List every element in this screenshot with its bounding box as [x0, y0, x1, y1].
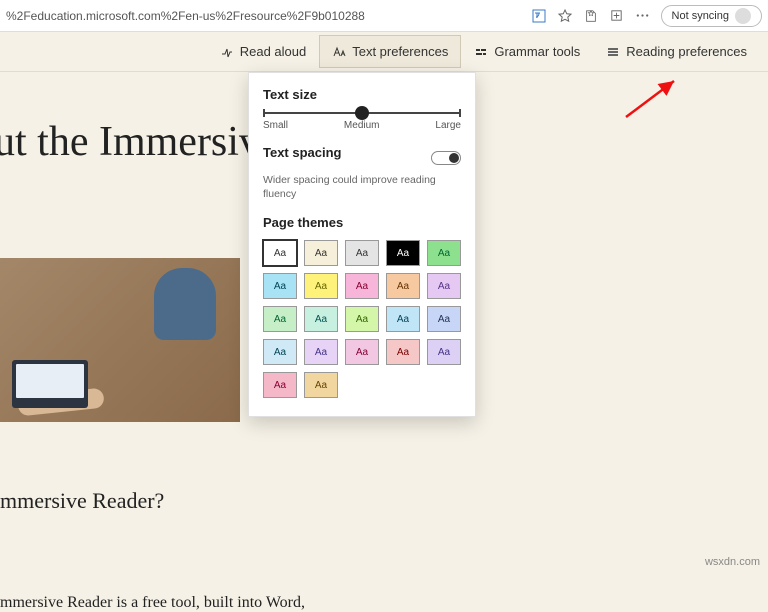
theme-swatch-2[interactable]: Aa: [345, 240, 379, 266]
favorite-icon[interactable]: [557, 8, 573, 24]
menu-icon[interactable]: [635, 8, 651, 24]
theme-swatch-0[interactable]: Aa: [263, 240, 297, 266]
theme-swatch-18[interactable]: Aa: [386, 339, 420, 365]
watermark: wsxdn.com: [705, 556, 760, 568]
read-aloud-icon: [220, 45, 234, 59]
read-aloud-label: Read aloud: [240, 44, 307, 59]
text-preferences-label: Text preferences: [352, 44, 448, 59]
theme-swatch-grid: Aa Aa Aa Aa Aa Aa Aa Aa Aa Aa Aa Aa Aa Aa Aa Aa Aa Aa Aa Aa…: [263, 240, 461, 398]
text-size-slider[interactable]: [263, 112, 461, 114]
text-spacing-desc: Wider spacing could improve reading flue…: [263, 174, 461, 201]
text-preferences-button[interactable]: Text preferences: [319, 35, 461, 68]
slider-medium-label: Medium: [344, 120, 380, 131]
avatar-icon: [735, 8, 751, 24]
grammar-label: Grammar tools: [494, 44, 580, 59]
theme-swatch-17[interactable]: Aa: [345, 339, 379, 365]
theme-swatch-21[interactable]: Aa: [304, 372, 338, 398]
page-themes-heading: Page themes: [263, 215, 461, 230]
translate-icon[interactable]: [531, 8, 547, 24]
theme-swatch-20[interactable]: Aa: [263, 372, 297, 398]
hero-laptop: [12, 360, 88, 408]
theme-swatch-5[interactable]: Aa: [263, 273, 297, 299]
theme-swatch-15[interactable]: Aa: [263, 339, 297, 365]
theme-swatch-14[interactable]: Aa: [427, 306, 461, 332]
reading-preferences-label: Reading preferences: [626, 44, 747, 59]
theme-swatch-10[interactable]: Aa: [263, 306, 297, 332]
profile-sync-button[interactable]: Not syncing: [661, 5, 762, 27]
sync-label: Not syncing: [672, 10, 729, 22]
read-aloud-button[interactable]: Read aloud: [207, 35, 320, 68]
annotation-arrow: [618, 75, 688, 125]
reader-toolbar: Read aloud Text preferences Grammar tool…: [0, 32, 768, 72]
slider-small-label: Small: [263, 120, 288, 131]
text-spacing-toggle[interactable]: [431, 151, 461, 165]
theme-swatch-12[interactable]: Aa: [345, 306, 379, 332]
slider-large-label: Large: [435, 120, 461, 131]
theme-swatch-1[interactable]: Aa: [304, 240, 338, 266]
reading-preferences-button[interactable]: Reading preferences: [593, 35, 760, 68]
address-bar-actions: Not syncing: [531, 5, 762, 27]
theme-swatch-19[interactable]: Aa: [427, 339, 461, 365]
text-size-heading: Text size: [263, 87, 461, 102]
theme-swatch-13[interactable]: Aa: [386, 306, 420, 332]
address-bar: %2Feducation.microsoft.com%2Fen-us%2Fres…: [0, 0, 768, 32]
text-spacing-heading: Text spacing: [263, 145, 342, 160]
hero-image: [0, 258, 240, 422]
collections-icon[interactable]: [609, 8, 625, 24]
grammar-tools-button[interactable]: Grammar tools: [461, 35, 593, 68]
subheading: mmersive Reader?: [0, 488, 164, 514]
theme-swatch-16[interactable]: Aa: [304, 339, 338, 365]
theme-swatch-11[interactable]: Aa: [304, 306, 338, 332]
favorites-bar-icon[interactable]: [583, 8, 599, 24]
slider-labels: Small Medium Large: [263, 120, 461, 131]
theme-swatch-9[interactable]: Aa: [427, 273, 461, 299]
theme-swatch-3[interactable]: Aa: [386, 240, 420, 266]
page-title: ut the Immersiv: [0, 118, 260, 166]
theme-swatch-6[interactable]: Aa: [304, 273, 338, 299]
slider-thumb[interactable]: [355, 106, 369, 120]
grammar-icon: [474, 45, 488, 59]
text-preferences-panel: Text size Small Medium Large Text spacin…: [248, 72, 476, 417]
url-text[interactable]: %2Feducation.microsoft.com%2Fen-us%2Fres…: [6, 9, 531, 23]
hero-person: [154, 268, 216, 340]
theme-swatch-7[interactable]: Aa: [345, 273, 379, 299]
reading-preferences-icon: [606, 45, 620, 59]
text-preferences-icon: [332, 45, 346, 59]
theme-swatch-8[interactable]: Aa: [386, 273, 420, 299]
body-text: mmersive Reader is a free tool, built in…: [0, 594, 305, 612]
theme-swatch-4[interactable]: Aa: [427, 240, 461, 266]
